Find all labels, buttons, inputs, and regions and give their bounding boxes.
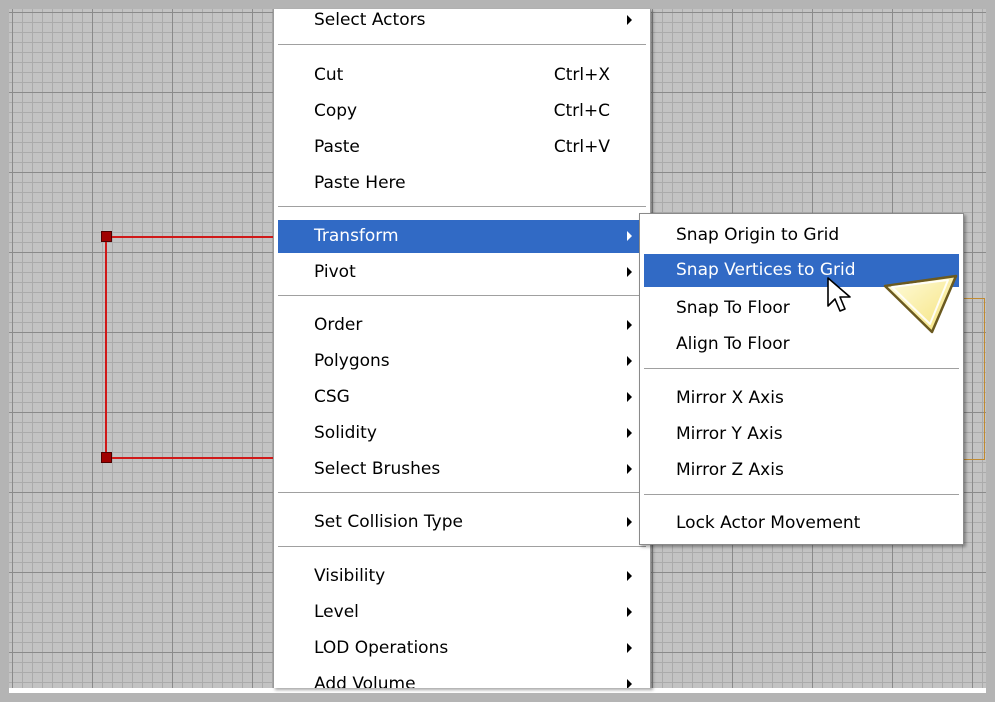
submenu-arrow-icon [627,428,632,438]
menu-item-csg[interactable]: CSG [278,381,646,414]
menu-separator [278,44,646,46]
menu-item-label: Mirror Y Axis [676,424,783,444]
viewport-bottom-strip [9,688,986,693]
menu-item-pivot[interactable]: Pivot [278,256,646,289]
menu-item-label: LOD Operations [314,638,449,658]
brush-edge-bottom [105,457,285,459]
menu-item-label: Paste Here [314,173,406,193]
menu-item-shortcut: Ctrl+V [553,137,610,157]
submenu-arrow-icon [627,231,632,241]
submenu-item-lock-actor-movement[interactable]: Lock Actor Movement [644,507,959,540]
submenu-arrow-icon [627,15,632,25]
submenu-item-mirror-z-axis[interactable]: Mirror Z Axis [644,454,959,487]
menu-item-shortcut: Ctrl+C [553,101,610,121]
menu-separator [278,295,646,297]
submenu-item-mirror-x-axis[interactable]: Mirror X Axis [644,382,959,415]
submenu-arrow-icon [627,679,632,688]
menu-item-set-collision-type[interactable]: Set Collision Type [278,506,646,539]
menu-item-select-actors[interactable]: Select Actors [278,9,646,37]
menu-item-label: Mirror X Axis [676,388,784,408]
menu-item-label: Paste [314,137,360,157]
menu-item-polygons[interactable]: Polygons [278,345,646,378]
pointer-callout-icon [883,274,958,334]
context-menu: Select Actors Cut Ctrl+X Copy Ctrl+C Pas… [273,9,651,688]
menu-item-label: Set Collision Type [314,512,463,532]
mouse-pointer-icon [827,277,851,312]
menu-item-label: Snap To Floor [676,298,790,318]
submenu-arrow-icon [627,517,632,527]
brush-edge-left [105,236,107,459]
submenu-arrow-icon [627,607,632,617]
menu-separator [644,494,959,496]
transform-submenu: Snap Origin to Grid Snap Vertices to Gri… [639,213,964,545]
menu-item-label: Order [314,315,363,335]
menu-item-label: Mirror Z Axis [676,460,784,480]
submenu-arrow-icon [627,464,632,474]
submenu-item-mirror-y-axis[interactable]: Mirror Y Axis [644,418,959,451]
menu-item-visibility[interactable]: Visibility [278,560,646,593]
menu-item-lod-operations[interactable]: LOD Operations [278,632,646,665]
menu-item-paste[interactable]: Paste Ctrl+V [278,131,646,164]
menu-item-label: Align To Floor [676,334,790,354]
menu-item-solidity[interactable]: Solidity [278,417,646,450]
menu-item-order[interactable]: Order [278,309,646,342]
menu-item-label: CSG [314,387,350,407]
menu-separator [278,546,646,548]
menu-separator [278,206,646,208]
submenu-item-snap-origin-to-grid[interactable]: Snap Origin to Grid [644,219,959,252]
menu-item-label: Pivot [314,262,356,282]
menu-item-label: Solidity [314,423,377,443]
brush-vertex-bottom-left[interactable] [101,452,112,463]
menu-item-select-brushes[interactable]: Select Brushes [278,453,646,486]
menu-item-transform[interactable]: Transform [278,220,646,253]
menu-item-paste-here[interactable]: Paste Here [278,167,646,200]
menu-item-add-volume[interactable]: Add Volume [278,668,646,688]
menu-item-level[interactable]: Level [278,596,646,629]
brush-edge-top [105,236,285,238]
menu-item-label: Level [314,602,359,622]
menu-item-label: Transform [314,226,399,246]
menu-item-cut[interactable]: Cut Ctrl+X [278,59,646,92]
menu-item-label: Lock Actor Movement [676,513,861,533]
menu-item-label: Select Actors [314,10,426,30]
menu-item-label: Copy [314,101,358,121]
menu-item-label: Select Brushes [314,459,441,479]
menu-item-shortcut: Ctrl+X [553,65,610,85]
submenu-arrow-icon [627,320,632,330]
submenu-arrow-icon [627,643,632,653]
menu-item-copy[interactable]: Copy Ctrl+C [278,95,646,128]
brush-vertex-top-left[interactable] [101,231,112,242]
menu-item-label: Add Volume [314,674,416,688]
menu-separator [644,368,959,370]
menu-item-label: Snap Origin to Grid [676,225,840,245]
menu-separator [278,492,646,494]
menu-item-label: Cut [314,65,344,85]
submenu-arrow-icon [627,571,632,581]
brush-outline-right [964,298,985,460]
submenu-arrow-icon [627,392,632,402]
menu-item-label: Visibility [314,566,386,586]
submenu-arrow-icon [627,267,632,277]
submenu-arrow-icon [627,356,632,366]
menu-item-label: Polygons [314,351,390,371]
